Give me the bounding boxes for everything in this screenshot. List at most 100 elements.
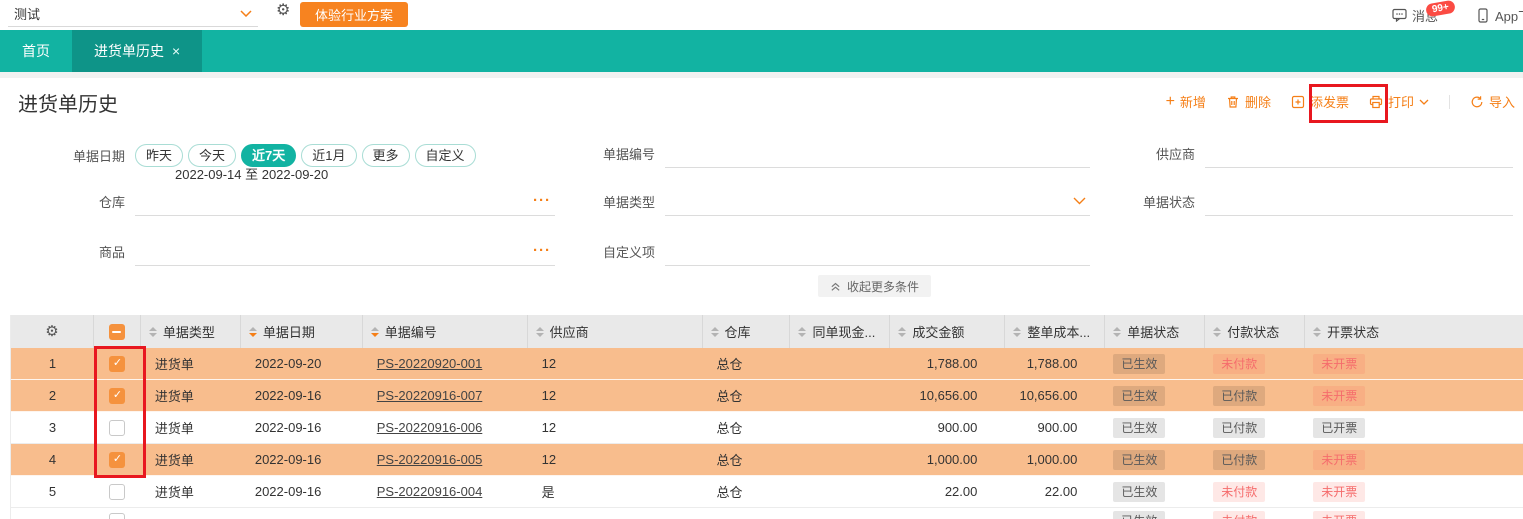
sort-arrows-icon bbox=[148, 326, 157, 337]
cell-supplier: 12 bbox=[541, 452, 557, 467]
printer-icon bbox=[1369, 95, 1383, 108]
status-badge: 未付款 bbox=[1213, 353, 1266, 374]
column-header-doc-date[interactable]: 单据日期 bbox=[241, 315, 363, 348]
collapse-filters-button[interactable]: 收起更多条件 bbox=[818, 275, 932, 297]
cell-doc-type: 进货单 bbox=[154, 453, 194, 468]
column-header-deal-amount[interactable]: 成交金额 bbox=[890, 315, 1006, 348]
delete-button[interactable]: 删除 bbox=[1226, 92, 1271, 111]
filter-doc-status: 单据状态 bbox=[1100, 186, 1513, 216]
column-header-doc-type[interactable]: 单据类型 bbox=[141, 315, 241, 348]
ellipsis-picker-icon[interactable]: ··· bbox=[533, 242, 551, 259]
column-header-order-cost[interactable]: 整单成本... bbox=[1005, 315, 1106, 348]
cell-doc-type: 进货单 bbox=[154, 357, 194, 372]
message-count-badge: 99+ bbox=[1425, 0, 1456, 17]
sort-desc-icon bbox=[1213, 332, 1222, 337]
row-checkbox[interactable] bbox=[109, 419, 126, 436]
phone-icon bbox=[1478, 7, 1488, 23]
cell bbox=[1005, 508, 1105, 519]
print-button[interactable]: 打印 bbox=[1369, 92, 1429, 111]
sort-desc-icon bbox=[1113, 332, 1122, 337]
table-row: 已生效 未付款 未开票 bbox=[11, 508, 1523, 519]
status-badge: 已付款 bbox=[1213, 385, 1266, 406]
filter-warehouse: 仓库 ··· bbox=[40, 186, 555, 216]
row-checkbox[interactable]: ✓ bbox=[109, 451, 126, 468]
cell-checkbox: ✓ bbox=[94, 380, 141, 411]
status-badge: 已付款 bbox=[1213, 417, 1266, 438]
cell-doc-date: 2022-09-16 bbox=[254, 420, 322, 435]
date-pill[interactable]: 更多 bbox=[361, 143, 410, 167]
import-label: 导入 bbox=[1488, 95, 1515, 110]
add-invoice-button[interactable]: 添发票 bbox=[1291, 92, 1349, 111]
main-content: 进货单历史 + 新增 删除 添发票 打印 导入 单据日期 昨天 今天 近7天 近… bbox=[0, 78, 1523, 519]
sort-arrows-icon bbox=[1013, 326, 1022, 337]
cell-deal-amount: 1,000.00 bbox=[926, 452, 978, 467]
messages-button[interactable]: 消息 99+ bbox=[1392, 0, 1456, 25]
row-checkbox[interactable] bbox=[109, 483, 126, 500]
doc-status-input[interactable] bbox=[1205, 186, 1513, 216]
column-label: 成交金额 bbox=[912, 325, 965, 340]
tab-home[interactable]: 首页 bbox=[0, 30, 72, 72]
column-header-warehouse[interactable]: 仓库 bbox=[703, 315, 791, 348]
gear-icon[interactable]: ⚙ bbox=[276, 3, 290, 19]
supplier-input[interactable] bbox=[1205, 138, 1513, 168]
cell-deal-amount: 22.00 bbox=[944, 484, 978, 499]
date-pill[interactable]: 自定义 bbox=[414, 143, 476, 167]
doc-no-input[interactable] bbox=[665, 138, 1090, 168]
column-settings-button[interactable]: ⚙ bbox=[11, 315, 94, 348]
sort-arrows-icon bbox=[535, 326, 544, 337]
doc-type-select[interactable] bbox=[665, 186, 1090, 216]
trial-button[interactable]: 体验行业方案 bbox=[300, 2, 409, 27]
column-header-supplier[interactable]: 供应商 bbox=[528, 315, 703, 348]
cell-doc-number: PS-20220916-006 bbox=[363, 412, 528, 443]
sort-desc-icon bbox=[248, 332, 257, 337]
row-checkbox[interactable]: ✓ bbox=[109, 355, 126, 372]
doc-number-link[interactable]: PS-20220916-004 bbox=[377, 484, 483, 499]
add-button[interactable]: + 新增 bbox=[1166, 92, 1206, 111]
chevron-down-icon bbox=[1073, 197, 1086, 204]
app-download-button[interactable]: App下载 bbox=[1476, 6, 1523, 25]
column-header-doc-number[interactable]: 单据编号 bbox=[363, 315, 528, 348]
doc-number-link[interactable]: PS-20220920-001 bbox=[377, 356, 483, 371]
warehouse-input[interactable]: ··· bbox=[135, 186, 555, 216]
sort-desc-icon bbox=[1013, 332, 1022, 337]
cell-checkbox: ✓ bbox=[94, 444, 141, 475]
column-header-invoice-status[interactable]: 开票状态 bbox=[1305, 315, 1523, 348]
row-checkbox[interactable]: ✓ bbox=[109, 387, 126, 404]
company-select[interactable]: 测试 bbox=[8, 1, 258, 27]
trash-icon bbox=[1227, 95, 1238, 108]
cell-payment-status: 未付款 bbox=[1205, 348, 1305, 379]
cell-order-cost: 10,656.00 bbox=[1019, 388, 1078, 403]
doc-number-link[interactable]: PS-20220916-006 bbox=[377, 420, 483, 435]
sort-desc-icon bbox=[898, 332, 907, 337]
cell-row-number: 5 bbox=[48, 484, 57, 499]
cell-doc-status: 已生效 bbox=[1105, 348, 1205, 379]
table-row: 3 进货单 2022-09-16 PS-20220916-006 12 总仓 900.00 9… bbox=[11, 412, 1523, 444]
column-header-doc-status[interactable]: 单据状态 bbox=[1105, 315, 1206, 348]
custom-field-input[interactable] bbox=[665, 236, 1090, 266]
cell-doc-number: PS-20220920-001 bbox=[363, 348, 528, 379]
doc-number-link[interactable]: PS-20220916-005 bbox=[377, 452, 483, 467]
column-header-same-order-cash[interactable]: 同单现金... bbox=[790, 315, 891, 348]
toolbar-divider bbox=[1448, 94, 1450, 109]
cell-warehouse: 总仓 bbox=[716, 453, 743, 468]
table-row: 2 ✓ 进货单 2022-09-16 PS-20220916-007 12 总仓 10,656… bbox=[11, 380, 1523, 412]
add-label: 新增 bbox=[1179, 95, 1206, 110]
gear-icon: ⚙ bbox=[45, 323, 59, 340]
product-input[interactable]: ··· bbox=[135, 236, 555, 266]
ellipsis-picker-icon[interactable]: ··· bbox=[533, 192, 551, 209]
table-row: 1 ✓ 进货单 2022-09-20 PS-20220920-001 12 总仓 1,788.… bbox=[11, 348, 1523, 380]
doc-number-link[interactable]: PS-20220916-007 bbox=[377, 388, 483, 403]
tab-purchase-history[interactable]: 进货单历史 × bbox=[72, 30, 203, 72]
column-label: 仓库 bbox=[724, 325, 751, 340]
doc-date-label: 单据日期 bbox=[72, 148, 125, 164]
cell-doc-number: PS-20220916-007 bbox=[363, 380, 528, 411]
filter-doc-no: 单据编号 bbox=[560, 138, 1090, 168]
doc-no-label: 单据编号 bbox=[602, 146, 655, 162]
column-label: 付款状态 bbox=[1227, 325, 1280, 340]
select-all-checkbox[interactable] bbox=[108, 323, 125, 340]
import-button[interactable]: 导入 bbox=[1470, 92, 1515, 111]
sort-asc-icon bbox=[535, 326, 544, 331]
close-icon[interactable]: × bbox=[172, 43, 180, 59]
column-header-payment-status[interactable]: 付款状态 bbox=[1205, 315, 1306, 348]
row-checkbox[interactable] bbox=[109, 512, 126, 519]
